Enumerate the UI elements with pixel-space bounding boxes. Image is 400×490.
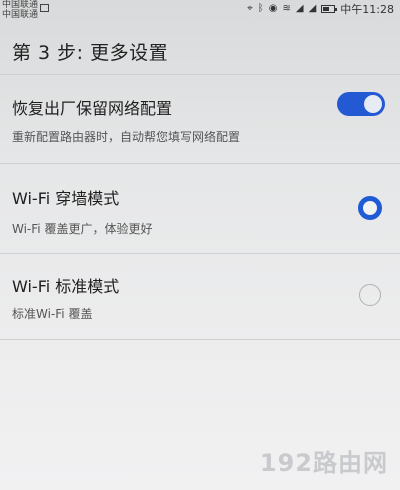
toggle-knob [364,95,382,113]
standard-mode-radio[interactable] [359,284,381,306]
setting-title-restore: 恢复出厂保留网络配置 [12,99,173,118]
image-notification-icon [40,4,49,12]
battery-level [323,7,330,11]
watermark: 192路由网 [259,449,388,477]
setting-subtitle-restore: 重新配置路由器时，自动帮您填写网络配置 [12,130,241,144]
clock-time: 中午11:28 [340,3,394,16]
setting-title-standard-mode: Wi-Fi 标准模式 [12,277,120,296]
signal-icon: ◢ [308,3,317,14]
carrier-label-2: 中国联通 [2,10,39,20]
setting-subtitle-standard-mode: 标准Wi-Fi 覆盖 [12,307,93,321]
setting-title-wall-mode: Wi-Fi 穿墙模式 [12,189,120,208]
divider [0,163,400,164]
carrier-info: 中国联通 中国联通 [2,0,38,20]
setting-subtitle-wall-mode: Wi-Fi 覆盖更广，体验更好 [12,222,153,236]
page-title: 第 3 步: 更多设置 [12,42,169,64]
location-icon: ⌖ [247,3,253,14]
divider [0,339,400,340]
status-icons: ⌖ ᛒ ◉ ≋ ◢ ◢ 中午11:28 [247,2,394,16]
signal-icon: ◢ [295,3,304,14]
divider [0,74,400,75]
bluetooth-icon: ᛒ [257,3,264,14]
eye-icon: ◉ [268,3,278,14]
status-bar: 中国联通 中国联通 ⌖ ᛒ ◉ ≋ ◢ ◢ 中午11:28 [0,0,400,20]
divider [0,253,400,254]
wall-mode-radio[interactable] [358,196,382,220]
wifi-icon: ≋ [282,3,291,14]
restore-config-toggle[interactable] [337,92,385,116]
carrier-label-1: 中国联通 [2,0,39,10]
battery-icon [321,5,338,13]
